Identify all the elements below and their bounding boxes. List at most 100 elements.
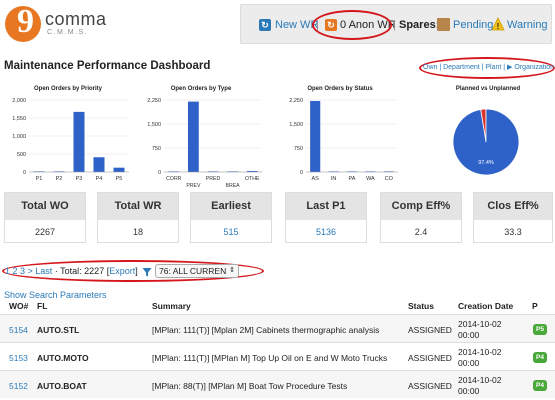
logo-mark: 9 bbox=[17, 3, 34, 40]
y-tick-label: 2,250 bbox=[289, 98, 303, 104]
kpi-last-p1: Last P1 5136 bbox=[285, 192, 367, 243]
table-row[interactable]: 5152 AUTO.BOAT [MPlan: 88(T)] [MPlan M] … bbox=[0, 370, 555, 398]
x-tick-label: OTHE bbox=[245, 176, 260, 182]
bar bbox=[188, 101, 199, 172]
date-cell: 2014-10-02 bbox=[458, 347, 502, 357]
kpi-value: 18 bbox=[132, 227, 143, 237]
bar bbox=[93, 157, 105, 172]
summary-cell: [MPlan: 88(T)] [MPlan M] Boat Tow Proced… bbox=[152, 381, 348, 391]
x-tick-label: CORR bbox=[166, 176, 182, 182]
new-wr-link[interactable]: New WR bbox=[275, 19, 318, 31]
x-tick-label: P4 bbox=[96, 176, 103, 182]
anon-wr-link[interactable]: 0 Anon WR bbox=[340, 19, 396, 31]
bar bbox=[113, 167, 125, 172]
separator: | bbox=[393, 19, 396, 31]
app-root: 9 comma C.M.M.S. ↻ New WR | ↻ 0 Anon WR … bbox=[0, 0, 555, 400]
separator: | bbox=[316, 19, 319, 31]
col-header-wo[interactable]: WO# bbox=[9, 301, 28, 311]
last-page-link[interactable]: Last bbox=[35, 266, 52, 276]
wo-link[interactable]: 5153 bbox=[9, 353, 28, 363]
time-cell: 00:00 bbox=[458, 386, 480, 396]
col-header-status[interactable]: Status bbox=[408, 301, 434, 311]
y-tick-label: 750 bbox=[152, 146, 161, 152]
type-chart: 2,250 1,500 750 0 CORR PRED OTHE PREV BREA bbox=[147, 98, 262, 188]
bar bbox=[310, 100, 321, 172]
y-tick-label: 1,550 bbox=[12, 116, 26, 122]
planned-pie-chart: 97.4% bbox=[452, 108, 520, 176]
kpi-value: 2.4 bbox=[414, 227, 428, 237]
priority-chart: 2,000 1,550 1,000 500 0 P1 P2 P3 P4 P5 bbox=[12, 98, 129, 182]
breadcrumb[interactable]: Own | Department | Plant | ▶ Organizatio… bbox=[423, 63, 554, 71]
x-tick-label: PA bbox=[349, 176, 356, 182]
x-tick-label: WA bbox=[366, 176, 375, 182]
warning-link[interactable]: Warning bbox=[507, 19, 548, 31]
time-cell: 00:00 bbox=[458, 358, 480, 368]
x-tick-label: PRED bbox=[206, 176, 221, 182]
x-tick-label: P3 bbox=[76, 176, 83, 182]
x-tick-label: BREA bbox=[226, 183, 241, 188]
kpi-label: Earliest bbox=[191, 193, 271, 220]
total-count: · Total: 2227 [ bbox=[54, 266, 110, 276]
x-tick-label: P5 bbox=[116, 176, 123, 182]
pending-link[interactable]: Pending bbox=[453, 19, 493, 31]
x-tick-label: IN bbox=[331, 176, 337, 182]
filter-select-value: 76: ALL CURREN bbox=[159, 266, 227, 276]
col-header-priority[interactable]: P bbox=[532, 301, 538, 311]
pie-data-label: 97.4% bbox=[478, 160, 494, 166]
status-cell: ASSIGNED bbox=[408, 325, 452, 335]
y-tick-label: 1,500 bbox=[147, 122, 161, 128]
col-header-summary[interactable]: Summary bbox=[152, 301, 191, 311]
y-tick-label: 0 bbox=[300, 170, 303, 176]
status-cell: ASSIGNED bbox=[408, 381, 452, 391]
col-header-fl[interactable]: FL bbox=[37, 301, 47, 311]
fl-cell: AUTO.MOTO bbox=[37, 353, 89, 363]
kpi-value-link[interactable]: 5136 bbox=[286, 220, 366, 244]
col-header-creation-date[interactable]: Creation Date bbox=[458, 301, 513, 311]
page-links[interactable]: 1 2 3 > bbox=[5, 266, 33, 276]
svg-text:!: ! bbox=[497, 22, 500, 31]
show-search-parameters-link[interactable]: Show Search Parameters bbox=[4, 290, 107, 300]
y-tick-label: 2,250 bbox=[147, 98, 161, 104]
top-action-bar: ↻ New WR | ↻ 0 Anon WR | Spares: Pending… bbox=[240, 4, 552, 44]
summary-cell: [MPlan: 111(T)] [MPlan M] Top Up Oil on … bbox=[152, 353, 388, 363]
table-row[interactable]: 5154 AUTO.STL [MPlan: 111(T)] [Mplan 2M]… bbox=[0, 314, 555, 342]
new-wr-icon: ↻ bbox=[259, 19, 271, 31]
kpi-clos-eff: Clos Eff% 33.3 bbox=[473, 192, 553, 243]
logo-wordmark: comma bbox=[45, 9, 107, 29]
kpi-label: Comp Eff% bbox=[381, 193, 461, 220]
export-link[interactable]: Export bbox=[109, 266, 135, 276]
priority-badge: P5 bbox=[533, 324, 547, 335]
x-tick-label: PREV bbox=[186, 183, 201, 188]
status-chart: 2,250 1,500 750 0 AS IN PA WA CO bbox=[289, 98, 398, 182]
box-icon bbox=[437, 18, 450, 31]
y-tick-label: 750 bbox=[294, 146, 303, 152]
kpi-total-wr: Total WR 18 bbox=[97, 192, 179, 243]
y-tick-label: 0 bbox=[158, 170, 161, 176]
spares-label: Spares: bbox=[399, 19, 440, 31]
y-tick-label: 2,000 bbox=[12, 98, 26, 104]
filter-icon[interactable] bbox=[142, 267, 152, 277]
priority-badge: P4 bbox=[533, 380, 547, 391]
kpi-comp-eff: Comp Eff% 2.4 bbox=[380, 192, 462, 243]
y-tick-label: 500 bbox=[17, 152, 26, 158]
filter-select[interactable]: 76: ALL CURREN ⇕ bbox=[155, 264, 239, 278]
time-cell: 00:00 bbox=[458, 330, 480, 340]
date-cell: 2014-10-02 bbox=[458, 319, 502, 329]
x-tick-label: AS bbox=[312, 176, 320, 182]
y-tick-label: 0 bbox=[23, 170, 26, 176]
wo-link[interactable]: 5154 bbox=[9, 325, 28, 335]
kpi-total-wo: Total WO 2267 bbox=[4, 192, 86, 243]
kpi-label: Total WO bbox=[5, 193, 85, 220]
y-tick-label: 1,000 bbox=[12, 134, 26, 140]
status-cell: ASSIGNED bbox=[408, 353, 452, 363]
kpi-label: Clos Eff% bbox=[474, 193, 552, 220]
priority-badge: P4 bbox=[533, 352, 547, 363]
fl-cell: AUTO.BOAT bbox=[37, 381, 87, 391]
y-tick-label: 1,500 bbox=[289, 122, 303, 128]
wo-link[interactable]: 5152 bbox=[9, 381, 28, 391]
kpi-value-link[interactable]: 515 bbox=[191, 220, 271, 244]
table-row[interactable]: 5153 AUTO.MOTO [MPlan: 111(T)] [MPlan M]… bbox=[0, 342, 555, 370]
kpi-value: 33.3 bbox=[504, 227, 522, 237]
x-tick-label: P2 bbox=[56, 176, 63, 182]
kpi-value: 2267 bbox=[34, 227, 56, 237]
